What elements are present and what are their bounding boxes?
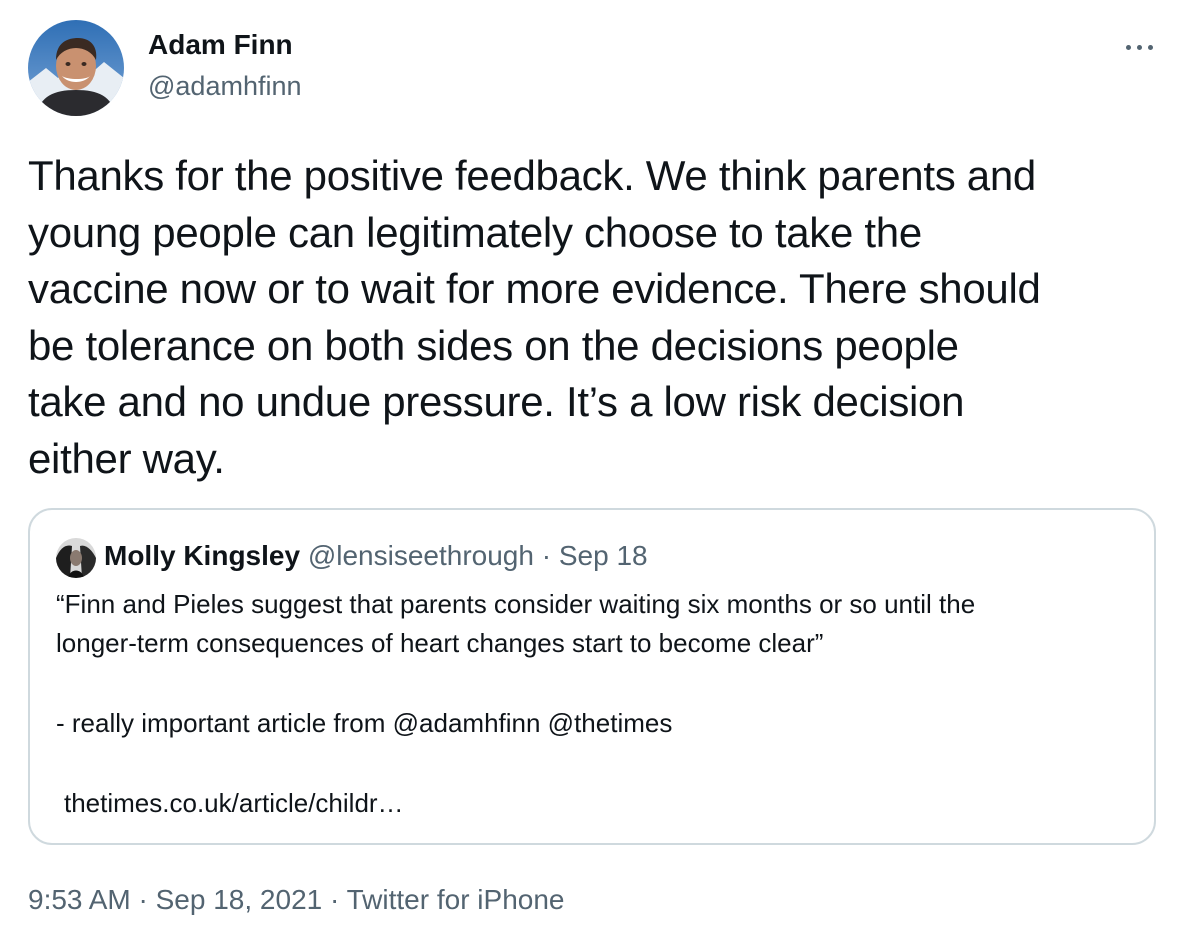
tweet-text-line: young people can legitimately choose to … (28, 208, 922, 256)
tweet-time[interactable]: 9:53 AM (28, 884, 131, 915)
more-horizontal-icon-dot (1148, 45, 1153, 50)
tweet-footer: 9:53 AM · Sep 18, 2021 · Twitter for iPh… (28, 882, 564, 918)
quoted-author-handle: @lensiseethrough (307, 540, 534, 571)
footer-separator: · (138, 884, 148, 915)
more-horizontal-icon-dot (1137, 45, 1142, 50)
tweet-text-line: take and no undue pressure. It’s a low r… (28, 378, 965, 425)
quoted-author-avatar (56, 538, 96, 578)
tweet-text: Thanks for the positive feedback. We thi… (28, 148, 1168, 487)
tweet-text-line: either way. (28, 434, 225, 482)
quoted-text-line: “Finn and Pieles suggest that parents co… (56, 589, 976, 619)
user-avatar-photo-icon (28, 20, 124, 116)
more-options-button[interactable] (1118, 32, 1162, 62)
tweet-text-line: be tolerance on both sides on the decisi… (28, 321, 959, 369)
quoted-tweet-card[interactable]: Molly Kingsley @lensiseethrough · Sep 18… (28, 508, 1156, 845)
quoted-text-line: longer-term consequences of heart change… (56, 628, 824, 658)
footer-separator: · (330, 884, 340, 915)
author-handle[interactable]: @adamhfinn (148, 69, 302, 103)
quoted-avatar-photo-icon (56, 538, 96, 578)
author-name[interactable]: Adam Finn (148, 28, 293, 62)
quoted-date: Sep 18 (558, 540, 648, 571)
author-avatar[interactable] (28, 20, 124, 116)
quoted-separator: · (541, 540, 552, 571)
quoted-author-name: Molly Kingsley (104, 540, 301, 571)
quoted-text-line: - really important article from @adamhfi… (56, 708, 673, 738)
more-horizontal-icon (1126, 45, 1131, 50)
tweet-source[interactable]: Twitter for iPhone (347, 884, 565, 915)
quoted-tweet-header: Molly Kingsley @lensiseethrough · Sep 18 (104, 538, 648, 574)
tweet-date[interactable]: Sep 18, 2021 (156, 884, 323, 915)
tweet-card: Adam Finn @adamhfinn Thanks for the posi… (0, 0, 1188, 952)
tweet-text-line: Thanks for the positive feedback. We thi… (28, 152, 1036, 199)
quoted-link[interactable]: thetimes.co.uk/article/childr… (64, 785, 404, 821)
tweet-text-line: vaccine now or to wait for more evidence… (28, 265, 1041, 312)
